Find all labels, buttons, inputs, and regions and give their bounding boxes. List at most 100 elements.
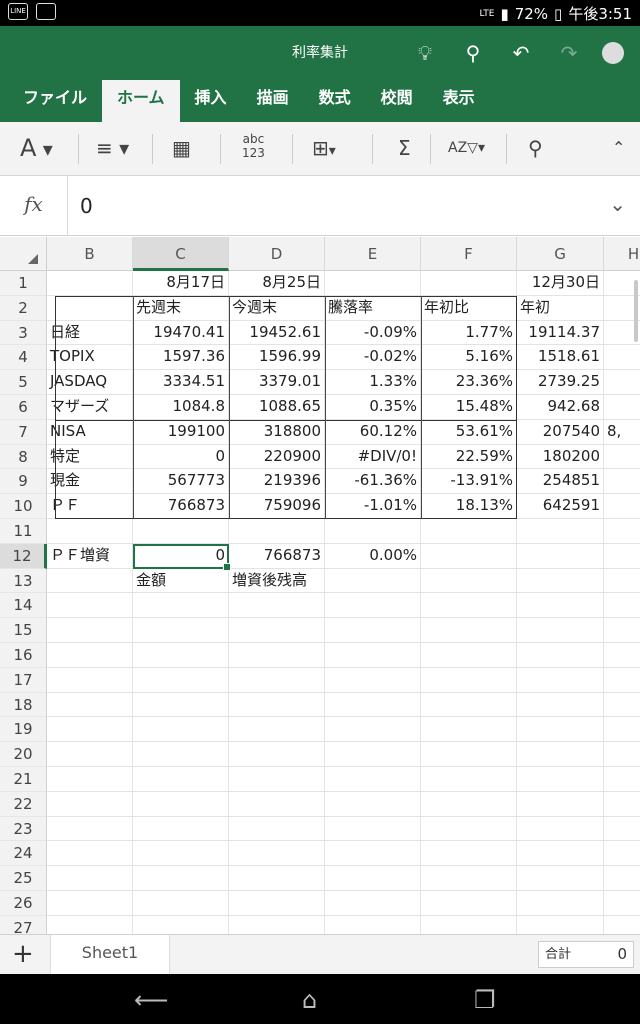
cell-c10[interactable]: 766873 [133, 494, 229, 519]
cell-f22[interactable] [421, 791, 517, 817]
undo-icon[interactable]: ↶ [508, 40, 534, 66]
cell-b10[interactable]: ＰＦ [47, 494, 133, 519]
recents-icon[interactable]: ❐ [474, 986, 496, 1014]
cell-d18[interactable] [229, 692, 325, 718]
row-header-10[interactable]: 10 [0, 494, 47, 519]
cell-c24[interactable] [133, 841, 229, 867]
cell-e21[interactable] [325, 767, 421, 792]
cell-f6[interactable]: 15.48% [421, 395, 517, 420]
cell-e16[interactable] [325, 643, 421, 668]
cell-c27[interactable] [133, 915, 229, 934]
chevron-down-icon[interactable]: ⌄ [609, 192, 626, 216]
cell-d26[interactable] [229, 891, 325, 916]
row-header-5[interactable]: 5 [0, 370, 47, 395]
cell-d22[interactable] [229, 791, 325, 817]
cell-d27[interactable] [229, 915, 325, 934]
cell-e3[interactable]: -0.09% [325, 320, 421, 346]
tab-formulas[interactable]: 数式 [304, 80, 366, 122]
cell-h17[interactable] [604, 668, 640, 693]
cell-e26[interactable] [325, 891, 421, 916]
cell-g10[interactable]: 642591 [517, 494, 604, 519]
cell-d6[interactable]: 1088.65 [229, 395, 325, 420]
cell-d20[interactable] [229, 742, 325, 767]
cell-b11[interactable] [47, 519, 133, 544]
search-icon[interactable]: ⚲ [528, 132, 543, 164]
row-header-23[interactable]: 23 [0, 816, 47, 842]
cell-e20[interactable] [325, 742, 421, 767]
cell-e22[interactable] [325, 791, 421, 817]
cell-f3[interactable]: 1.77% [421, 320, 517, 346]
cell-f7[interactable]: 53.61% [421, 419, 517, 445]
vertical-scrollbar[interactable] [634, 280, 638, 342]
cell-c4[interactable]: 1597.36 [133, 345, 229, 371]
cell-c20[interactable] [133, 742, 229, 767]
cell-g4[interactable]: 1518.61 [517, 345, 604, 371]
cell-b20[interactable] [47, 742, 133, 767]
cell-f14[interactable] [421, 593, 517, 619]
cell-f12[interactable] [421, 543, 517, 569]
row-header-27[interactable]: 27 [0, 915, 47, 934]
cell-f17[interactable] [421, 667, 517, 693]
cell-h26[interactable] [604, 891, 640, 916]
cell-d24[interactable] [229, 841, 325, 867]
row-header-8[interactable]: 8 [0, 444, 47, 470]
cell-d8[interactable]: 220900 [229, 444, 325, 470]
cell-e23[interactable] [325, 816, 421, 842]
cell-h20[interactable] [604, 742, 640, 767]
tab-home[interactable]: ホーム [102, 80, 180, 122]
tab-file[interactable]: ファイル [8, 80, 102, 122]
cell-c17[interactable] [133, 667, 229, 693]
cell-e9[interactable]: -61.36% [325, 469, 421, 495]
column-header-f[interactable]: F [421, 237, 517, 271]
cell-g21[interactable] [517, 767, 604, 792]
cell-e11[interactable] [325, 519, 421, 544]
lightbulb-icon[interactable]: 💡︎ [412, 40, 438, 66]
cell-h14[interactable] [604, 593, 640, 619]
row-header-11[interactable]: 11 [0, 519, 47, 544]
cell-h25[interactable] [604, 866, 640, 891]
cell-g24[interactable] [517, 841, 604, 867]
cell-g23[interactable] [517, 816, 604, 842]
cell-b8[interactable]: 特定 [47, 444, 133, 470]
cell-g15[interactable] [517, 618, 604, 643]
cell-d25[interactable] [229, 866, 325, 891]
font-button[interactable]: A ▾ [20, 132, 53, 164]
cell-e1[interactable] [325, 271, 421, 296]
cell-c16[interactable] [133, 643, 229, 668]
row-header-20[interactable]: 20 [0, 742, 47, 767]
cell-g9[interactable]: 254851 [517, 469, 604, 495]
cell-b19[interactable] [47, 717, 133, 743]
row-header-24[interactable]: 24 [0, 841, 47, 867]
cell-e12[interactable]: 0.00% [325, 543, 421, 569]
cell-b23[interactable] [47, 816, 133, 842]
cell-h12[interactable] [604, 544, 640, 569]
cell-c18[interactable] [133, 692, 229, 718]
cell-g27[interactable] [517, 915, 604, 934]
select-all-corner[interactable] [0, 237, 47, 271]
column-header-e[interactable]: E [325, 237, 421, 271]
row-header-17[interactable]: 17 [0, 667, 47, 693]
cell-b3[interactable]: 日経 [47, 320, 133, 346]
cell-e8[interactable]: #DIV/0! [325, 444, 421, 470]
row-header-2[interactable]: 2 [0, 295, 47, 321]
cell-b16[interactable] [47, 643, 133, 668]
cell-e6[interactable]: 0.35% [325, 395, 421, 420]
cell-e24[interactable] [325, 841, 421, 867]
cell-b15[interactable] [47, 618, 133, 643]
cell-e4[interactable]: -0.02% [325, 345, 421, 371]
cell-h24[interactable] [604, 841, 640, 867]
home-icon[interactable]: ⌂ [302, 986, 317, 1014]
cell-b21[interactable] [47, 767, 133, 792]
cell-d1[interactable]: 8月25日 [229, 271, 325, 296]
cell-d13[interactable]: 増資後残高 [229, 568, 325, 594]
cell-f23[interactable] [421, 816, 517, 842]
cell-e19[interactable] [325, 717, 421, 743]
cell-b1[interactable] [47, 271, 133, 296]
cell-d21[interactable] [229, 767, 325, 792]
cell-f27[interactable] [421, 915, 517, 934]
row-header-1[interactable]: 1 [0, 271, 47, 296]
cell-f8[interactable]: 22.59% [421, 444, 517, 470]
cell-d2[interactable]: 今週末 [229, 295, 325, 321]
column-header-c[interactable]: C [133, 237, 229, 271]
cell-h4[interactable] [604, 345, 640, 371]
